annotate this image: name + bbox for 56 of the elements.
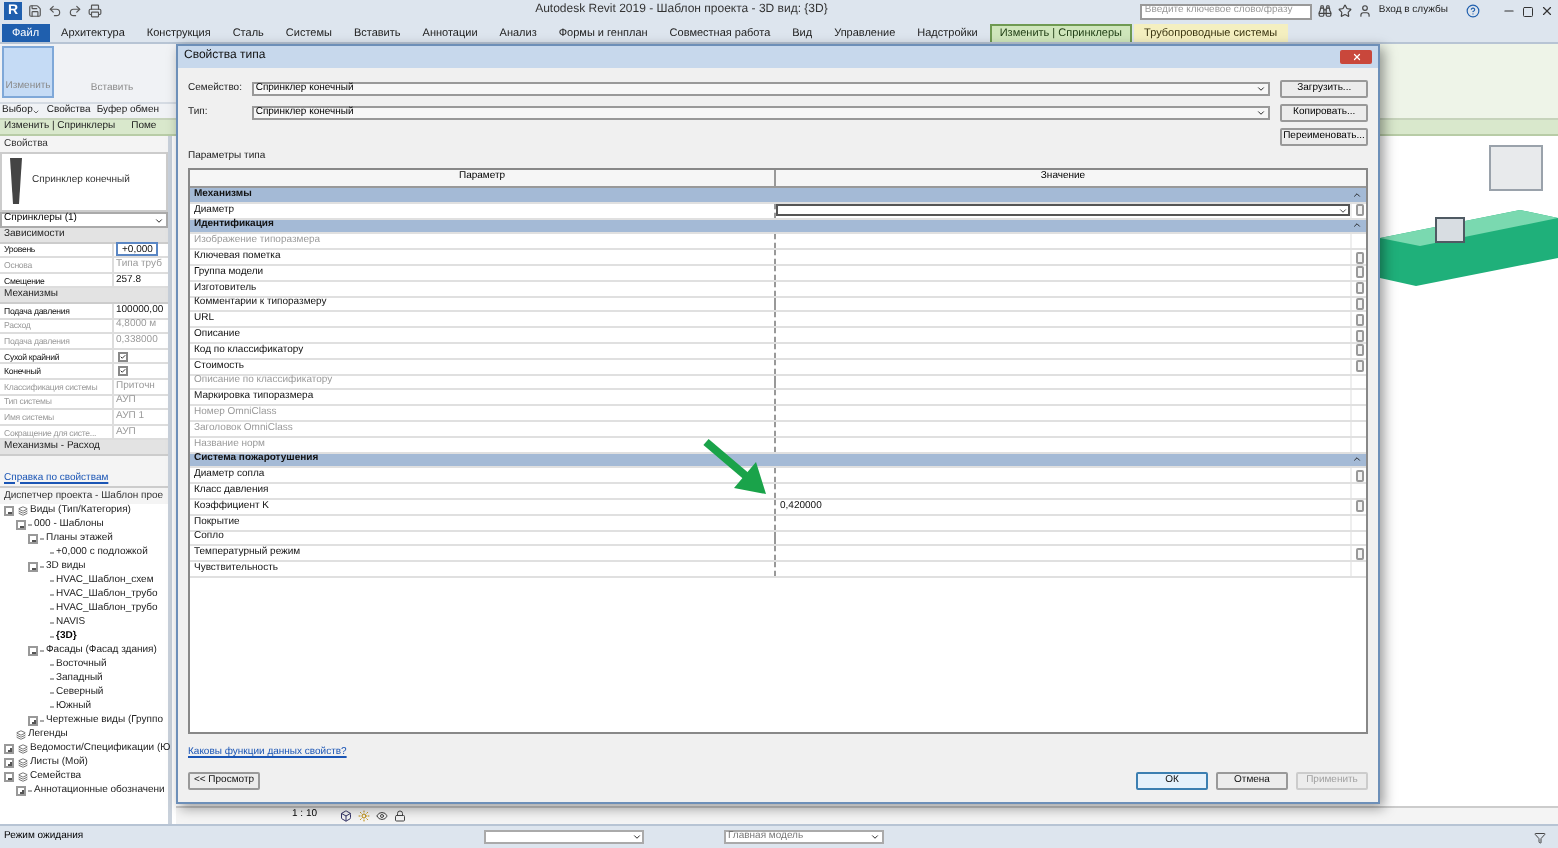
expand-toggle[interactable] [28, 716, 38, 726]
collapse-toggle[interactable] [4, 772, 14, 782]
sprinkler-icon [6, 156, 26, 208]
close-icon [1351, 52, 1361, 62]
edit-button[interactable] [1355, 313, 1363, 326]
value-dropdown[interactable] [776, 204, 1350, 217]
edit-button[interactable] [1355, 547, 1363, 560]
edit-button[interactable] [1355, 282, 1363, 295]
expand-toggle[interactable] [16, 786, 26, 796]
category-icon [18, 758, 28, 768]
category-icon [16, 730, 26, 740]
collapse-toggle[interactable] [28, 646, 38, 656]
category-icon [18, 506, 28, 516]
filter-icon[interactable] [1534, 831, 1546, 843]
caret-icon [1338, 205, 1348, 216]
close-icon[interactable] [1540, 4, 1554, 18]
collapse-toggle[interactable] [4, 506, 14, 516]
caret-icon [870, 832, 880, 842]
close-button[interactable] [1340, 50, 1372, 64]
caret-icon [1256, 84, 1267, 94]
edit-button[interactable] [1355, 251, 1363, 264]
lock-icon[interactable] [393, 810, 406, 822]
print-icon[interactable] [88, 4, 102, 18]
edit-button[interactable] [1355, 329, 1363, 342]
edit-button[interactable] [1355, 360, 1363, 373]
sun-icon[interactable] [357, 810, 370, 822]
eye-icon[interactable] [375, 810, 388, 822]
edit-button[interactable] [1355, 297, 1363, 310]
star-icon[interactable] [1338, 4, 1353, 18]
collapse-toggle[interactable] [16, 520, 26, 530]
cube-icon[interactable] [339, 810, 352, 822]
redo-icon[interactable] [68, 4, 82, 18]
category-icon [18, 744, 28, 754]
save-icon[interactable] [28, 4, 42, 18]
help-icon[interactable] [1466, 4, 1480, 18]
edit-button[interactable] [1355, 469, 1363, 482]
checkbox[interactable] [118, 351, 128, 362]
caret-icon [1256, 108, 1267, 118]
collapse-toggle[interactable] [28, 534, 38, 544]
checkbox[interactable] [118, 366, 128, 377]
expand-toggle[interactable] [4, 744, 14, 754]
edit-button[interactable] [1355, 266, 1363, 279]
collapse-toggle[interactable] [28, 562, 38, 572]
undo-icon[interactable] [48, 4, 62, 18]
caret-icon [154, 215, 164, 225]
user-icon[interactable] [1358, 4, 1373, 18]
arrow-annotation [702, 438, 770, 498]
caret-icon [632, 832, 642, 842]
edit-button[interactable] [1355, 204, 1363, 217]
maximize-icon[interactable] [1522, 5, 1534, 17]
edit-button[interactable] [1355, 500, 1363, 513]
edit-button[interactable] [1355, 344, 1363, 357]
binoculars-icon[interactable] [1318, 4, 1333, 18]
expand-toggle[interactable] [4, 758, 14, 768]
category-icon [18, 772, 28, 782]
minimize-icon[interactable] [1502, 4, 1516, 18]
